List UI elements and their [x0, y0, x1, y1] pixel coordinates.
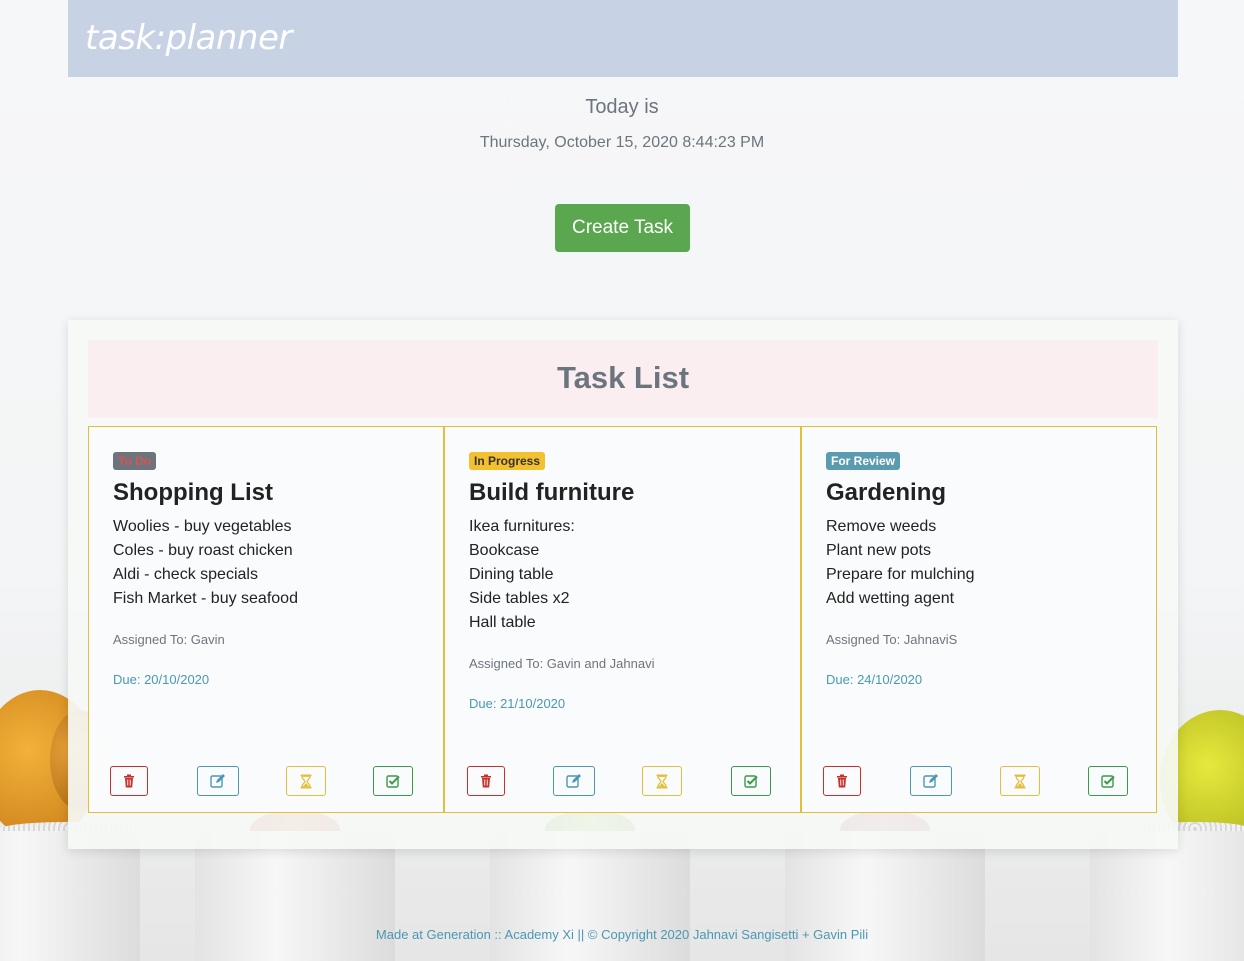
- task-description: Ikea furnitures: Bookcase Dining table S…: [469, 515, 575, 635]
- task-actions: [445, 766, 800, 796]
- task-card-gardening: For Review Gardening Remove weeds Plant …: [801, 426, 1157, 813]
- today-label: Today is: [585, 96, 659, 118]
- top-navbar: task:planner: [68, 0, 1178, 77]
- check-square-icon: [1100, 775, 1115, 788]
- check-square-icon: [743, 775, 758, 788]
- create-task-button[interactable]: Create Task: [555, 204, 690, 252]
- mark-in-progress-button[interactable]: [642, 766, 682, 796]
- due-date: Due: 24/10/2020: [826, 672, 923, 687]
- status-badge: For Review: [826, 452, 901, 470]
- task-card-shopping-list: To Do Shopping List Woolies - buy vegeta…: [88, 426, 444, 813]
- mark-done-button[interactable]: [373, 766, 413, 796]
- task-item: Bookcase: [469, 542, 540, 559]
- task-title: Build furniture: [469, 479, 635, 506]
- task-card-build-furniture: In Progress Build furniture Ikea furnitu…: [444, 426, 801, 813]
- task-list-panel: Task List To Do Shopping List Woolies - …: [68, 320, 1178, 849]
- task-item: Add wetting agent: [826, 590, 955, 607]
- edit-icon: [566, 774, 581, 788]
- delete-task-button[interactable]: [823, 766, 861, 796]
- footer-credits: Made at Generation :: Academy Xi || © Co…: [375, 927, 869, 942]
- assigned-to: Assigned To: JahnaviS: [826, 632, 958, 647]
- assigned-to: Assigned To: Gavin and Jahnavi: [469, 656, 655, 671]
- trash-icon: [837, 774, 847, 788]
- edit-task-button[interactable]: [910, 766, 952, 796]
- current-datetime: Thursday, October 15, 2020 8:44:23 PM: [479, 134, 765, 151]
- mark-done-button[interactable]: [1088, 766, 1128, 796]
- task-item: Hall table: [469, 614, 536, 631]
- task-item: Plant new pots: [826, 542, 931, 559]
- task-actions: [802, 766, 1156, 796]
- edit-task-button[interactable]: [197, 766, 239, 796]
- assigned-to: Assigned To: Gavin: [113, 632, 225, 647]
- hourglass-icon: [1014, 774, 1026, 788]
- task-item: Aldi - check specials: [113, 566, 258, 583]
- edit-task-button[interactable]: [553, 766, 595, 796]
- task-item: Remove weeds: [826, 518, 937, 535]
- edit-icon: [923, 774, 938, 788]
- task-title: Gardening: [826, 479, 947, 506]
- task-list-header: Task List: [88, 340, 1158, 418]
- task-item: Prepare for mulching: [826, 566, 975, 583]
- check-square-icon: [385, 775, 400, 788]
- due-date: Due: 20/10/2020: [113, 672, 210, 687]
- task-title: Shopping List: [113, 479, 273, 506]
- hourglass-icon: [656, 774, 668, 788]
- task-actions: [89, 766, 443, 796]
- status-badge: To Do: [113, 452, 157, 470]
- task-item: Woolies - buy vegetables: [113, 518, 292, 535]
- due-date: Due: 21/10/2020: [469, 696, 566, 711]
- task-description: Remove weeds Plant new pots Prepare for …: [826, 515, 975, 611]
- trash-icon: [481, 774, 491, 788]
- task-item: Coles - buy roast chicken: [113, 542, 293, 559]
- task-item: Ikea furnitures:: [469, 518, 575, 535]
- delete-task-button[interactable]: [110, 766, 148, 796]
- trash-icon: [124, 774, 134, 788]
- task-item: Side tables x2: [469, 590, 570, 607]
- status-badge: In Progress: [469, 452, 546, 470]
- task-description: Woolies - buy vegetables Coles - buy roa…: [113, 515, 298, 611]
- task-item: Fish Market - buy seafood: [113, 590, 298, 607]
- mark-in-progress-button[interactable]: [286, 766, 326, 796]
- delete-task-button[interactable]: [467, 766, 505, 796]
- brand-logo-link[interactable]: task:planner: [85, 18, 292, 58]
- task-list-title: Task List: [556, 360, 690, 395]
- mark-in-progress-button[interactable]: [1000, 766, 1040, 796]
- edit-icon: [210, 774, 225, 788]
- task-item: Dining table: [469, 566, 554, 583]
- hourglass-icon: [300, 774, 312, 788]
- mark-done-button[interactable]: [731, 766, 771, 796]
